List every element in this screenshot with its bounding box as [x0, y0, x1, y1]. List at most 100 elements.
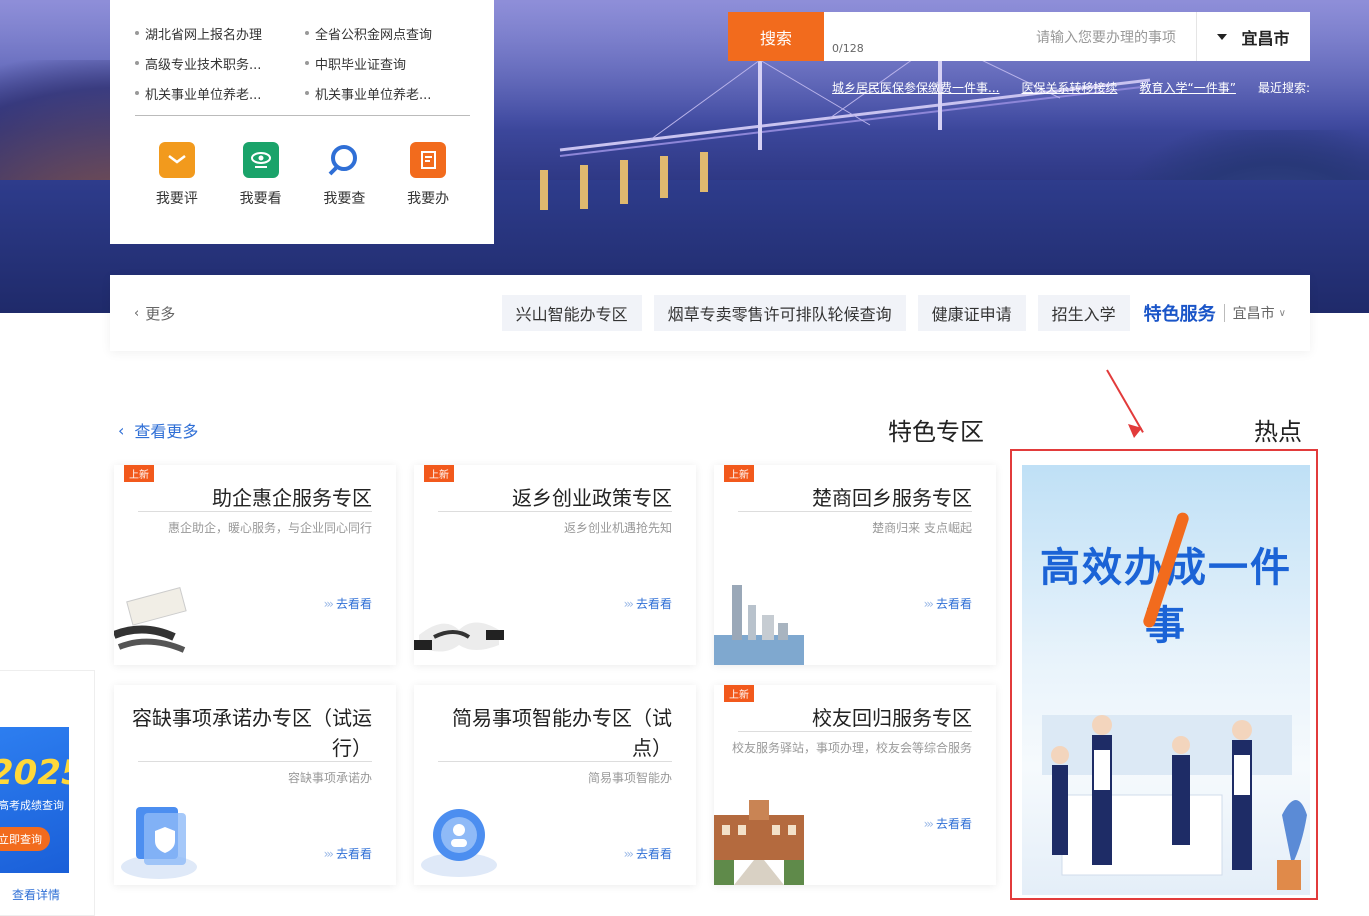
divider: [1223, 304, 1225, 322]
card-go-link[interactable]: ››› 去看看: [624, 845, 672, 862]
card-desc: 返乡创业机遇抢先知: [563, 521, 672, 535]
hot-link[interactable]: 全省公积金网点查询: [305, 24, 470, 43]
chevron-down-icon: ∨: [1278, 307, 1286, 319]
card-title: 助企惠企服务专区: [212, 486, 372, 510]
featured-more-link[interactable]: ‹ 更多: [134, 303, 175, 324]
divider: [138, 761, 372, 762]
card-go-link[interactable]: ››› 去看看: [624, 595, 672, 612]
smart-service-icon: [421, 809, 497, 877]
ad-cta-button[interactable]: 立即查询: [0, 827, 50, 851]
card-desc: 校友服务驿站，事项办理，校友会等综合服务: [732, 741, 973, 755]
hot-link[interactable]: 高级专业技术职务...: [135, 54, 300, 73]
card-desc: 惠企助企，暖心服务，与企业同心同行: [167, 521, 372, 535]
card-go-label: 去看看: [335, 597, 372, 611]
card-go-link[interactable]: ››› 去看看: [324, 845, 372, 862]
featured-chip[interactable]: 兴山智能办专区: [501, 295, 642, 331]
featured-chips: 招生入学 健康证申请 烟草专卖零售许可排队轮候查询 兴山智能办专区: [501, 295, 1130, 331]
ad-year: 2025: [0, 753, 69, 793]
featured-city-select[interactable]: 宜昌市 ∨: [1233, 303, 1286, 323]
recent-searches: 城乡居民医保参保缴费一件事... 医保关系转移接续 教育入学“一件事” 最近搜索…: [752, 79, 1310, 96]
search-button[interactable]: 搜索: [728, 12, 824, 61]
recent-search-item[interactable]: 城乡居民医保参保缴费一件事...: [832, 79, 999, 96]
caret-down-icon: [1217, 33, 1228, 40]
card-go-link[interactable]: ››› 去看看: [924, 595, 972, 612]
action-label: 我要办: [407, 191, 450, 207]
handshake-image: [414, 622, 504, 652]
action-label: 我要看: [239, 191, 282, 207]
hot-link-label: 中职毕业证查询: [315, 57, 407, 73]
chevron-left-icon: ‹: [134, 305, 140, 321]
annotation-arrow-head-icon: [1128, 424, 1142, 438]
business-handshake-image: [114, 587, 187, 653]
card-go-link[interactable]: ››› 去看看: [324, 595, 372, 612]
quick-panel: 湖北省网上报名办理 全省公积金网点查询 高级专业技术职务... 中职毕业证查询 …: [110, 0, 494, 244]
card-title: 楚商回乡服务专区: [812, 486, 972, 510]
search-magnifier-icon: [326, 142, 362, 178]
divider: [438, 511, 672, 512]
shield-document-icon: [121, 807, 197, 879]
search-input[interactable]: 0/128 请输入您要办理的事项: [824, 12, 1196, 61]
bullet-dot-icon: [135, 61, 139, 65]
side-ad[interactable]: 2025 高考成绩查询 立即查询: [0, 727, 69, 873]
hot-link[interactable]: 机关事业单位养老...: [135, 84, 300, 103]
card-go-label: 去看看: [935, 597, 972, 611]
ad-details-link[interactable]: 查看详情: [12, 886, 60, 903]
zone-card[interactable]: 简易事项智能办专区（试点） 简易事项智能办 ››› 去看看: [414, 685, 696, 885]
hot-link-label: 湖北省网上报名办理: [145, 27, 263, 43]
card-title: 返乡创业政策专区: [512, 486, 672, 510]
action-query[interactable]: 我要查: [304, 142, 384, 208]
ad-subtitle: 高考成绩查询: [0, 799, 64, 812]
hot-link[interactable]: 中职毕业证查询: [305, 54, 470, 73]
hot-link[interactable]: 机关事业单位养老...: [305, 84, 470, 103]
featured-chip[interactable]: 招生入学: [1037, 295, 1130, 331]
featured-chip[interactable]: 健康证申请: [917, 295, 1026, 331]
chevron-double-icon: ›››: [323, 596, 335, 611]
action-label: 我要查: [323, 191, 366, 207]
recent-searches-label: 最近搜索:: [1257, 81, 1310, 95]
eye-icon: [242, 142, 279, 178]
featured-chip[interactable]: 烟草专卖零售许可排队轮候查询: [653, 295, 906, 331]
zone-card[interactable]: 上新 返乡创业政策专区 返乡创业机遇抢先知 ››› 去看看: [414, 465, 696, 665]
card-desc: 简易事项智能办: [587, 771, 672, 785]
hot-links-row: 机关事业单位养老... 机关事业单位养老...: [135, 78, 470, 108]
section-title-zone: 特色专区: [888, 418, 984, 446]
card-desc: 容缺事项承诺办: [287, 771, 372, 785]
new-badge: 上新: [424, 465, 454, 482]
hot-link[interactable]: 湖北省网上报名办理: [135, 24, 300, 43]
action-apply[interactable]: 我要办: [388, 142, 468, 208]
zone-card[interactable]: 上新 楚商回乡服务专区 楚商归来 支点崛起 ››› 去看看: [714, 465, 996, 665]
view-more-link[interactable]: ‹ 查看更多: [118, 418, 198, 442]
chevron-double-icon: ›››: [923, 816, 935, 831]
action-label: 我要评: [155, 191, 198, 207]
zone-card[interactable]: 容缺事项承诺办专区（试运行） 容缺事项承诺办 ››› 去看看: [114, 685, 396, 885]
divider: [738, 511, 972, 512]
hot-link-label: 机关事业单位养老...: [145, 87, 262, 103]
city-select[interactable]: 宜昌市: [1196, 12, 1310, 61]
card-title: 校友回归服务专区: [812, 706, 972, 730]
comment-icon: [158, 142, 195, 178]
search-placeholder: 请输入您要办理的事项: [1036, 29, 1176, 46]
card-go-link[interactable]: ››› 去看看: [924, 815, 972, 832]
recent-search-item[interactable]: 教育入学“一件事”: [1140, 79, 1236, 96]
zone-card[interactable]: 上新 助企惠企服务专区 惠企助企，暖心服务，与企业同心同行 ››› 去看看: [114, 465, 396, 665]
featured-brand: 特色服务 宜昌市 ∨: [1144, 300, 1286, 326]
action-view[interactable]: 我要看: [221, 142, 301, 208]
featured-brand-title: 特色服务: [1143, 304, 1216, 325]
hot-banner[interactable]: 高效办成一件事: [1022, 465, 1310, 895]
action-comment[interactable]: 我要评: [137, 142, 217, 208]
card-title: 容缺事项承诺办专区（试运行）: [132, 706, 372, 760]
hot-links-row: 高级专业技术职务... 中职毕业证查询: [135, 48, 470, 78]
card-go-label: 去看看: [335, 847, 372, 861]
new-badge: 上新: [124, 465, 154, 482]
chevron-double-icon: ›››: [923, 596, 935, 611]
divider: [135, 115, 470, 116]
bullet-dot-icon: [135, 31, 139, 35]
zone-card[interactable]: 上新 校友回归服务专区 校友服务驿站，事项办理，校友会等综合服务 ››› 去看看: [714, 685, 996, 885]
city-skyline-image: [714, 585, 804, 665]
card-title: 简易事项智能办专区（试点）: [452, 706, 672, 760]
bullet-dot-icon: [305, 31, 309, 35]
chevron-double-icon: ›››: [623, 846, 635, 861]
divider: [138, 511, 372, 512]
section-title-hot: 热点: [1254, 418, 1302, 446]
recent-search-item[interactable]: 医保关系转移接续: [1022, 79, 1118, 96]
